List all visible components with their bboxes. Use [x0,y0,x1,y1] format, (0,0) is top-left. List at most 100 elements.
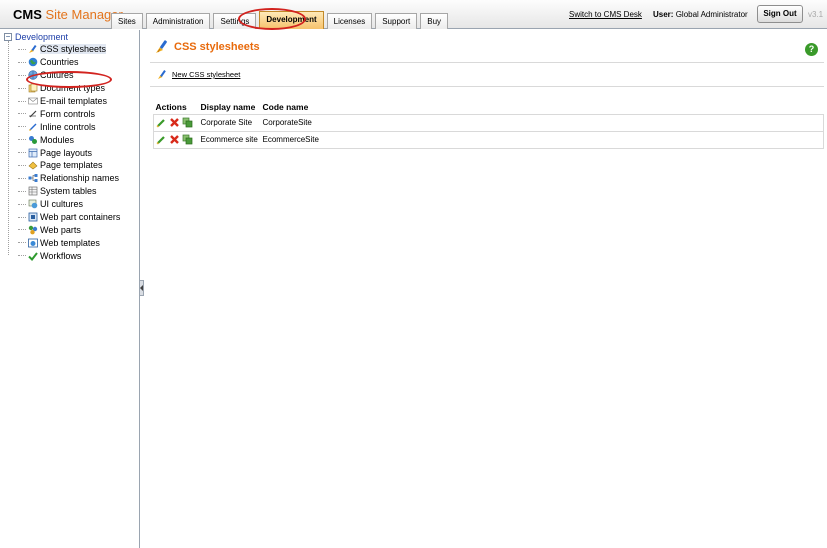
web-templates-icon [28,238,38,248]
tree-item-page-templates[interactable]: Page templates [18,159,120,172]
document-types-icon [28,83,38,93]
edit-pencil-icon[interactable] [156,117,167,128]
relationship-names-icon [28,174,38,183]
css-stylesheets-icon [29,45,37,54]
tree-item-label: Cultures [40,70,74,81]
tree-item-label: Inline controls [40,121,96,132]
tree-item-relationship-names[interactable]: Relationship names [18,172,120,185]
tree-item-label: UI cultures [40,199,84,210]
tree-item-document-types[interactable]: Document types [18,82,120,95]
cell-display-name: Ecommerce site [198,130,261,149]
tree-item-label: Web templates [40,237,100,248]
tab-settings[interactable]: Settings [213,13,257,29]
version-label: v3.1 [808,10,824,19]
tree-item-countries[interactable]: Countries [18,56,120,69]
tree-item-form-controls[interactable]: Form controls [18,107,120,120]
switch-to-cms-desk-link[interactable]: Switch to CMS Desk [569,10,642,19]
tree-item-email-templates[interactable]: E-mail templates [18,95,120,108]
header-bar: CMS Site Manager Sites Administration Se… [0,0,827,30]
tree-item-ui-cultures[interactable]: UI cultures [18,198,120,211]
cell-display-name: Corporate Site [198,113,261,132]
app-logo: CMS Site Manager [13,7,123,22]
tree-root-label[interactable]: Development [15,32,68,42]
cell-code-name: CorporateSite [260,113,824,132]
tree-item-label: Countries [40,57,79,68]
sign-out-button[interactable]: Sign Out [757,5,803,23]
table-row: Corporate Site CorporateSite [153,113,824,132]
cultures-globe-icon [28,70,38,80]
table-row: Ecommerce site EcommerceSite [153,130,824,149]
tree-item-label: Form controls [40,108,96,119]
column-header-actions: Actions [153,100,199,115]
tab-buy[interactable]: Buy [420,13,449,29]
tree-item-workflows[interactable]: Workflows [18,249,120,262]
column-header-display-name[interactable]: Display name [198,100,261,115]
column-header-code-name[interactable]: Code name [260,100,824,115]
tab-administration[interactable]: Administration [145,13,211,29]
new-css-stylesheet-icon [158,70,166,79]
web-part-containers-icon [28,212,38,222]
ui-cultures-icon [28,199,38,209]
tab-licenses[interactable]: Licenses [326,13,373,29]
tree-items: CSS stylesheets Countries Cultures Docum… [18,43,120,262]
clone-icon[interactable] [182,117,193,128]
page-templates-icon [28,162,38,170]
tree-item-label: E-mail templates [40,96,108,106]
tree-item-label: Page templates [40,160,103,171]
web-parts-icon [28,225,38,235]
main-tabs: Sites Administration Settings Developmen… [111,11,451,29]
new-css-stylesheet-link[interactable]: New CSS stylesheet [157,69,240,80]
delete-x-icon[interactable] [169,117,180,128]
logo-cms-text: CMS [13,7,42,22]
new-css-stylesheet-label: New CSS stylesheet [172,70,241,79]
tree-item-label: Web parts [40,224,81,235]
tree-root-development[interactable]: − Development [4,32,68,42]
tree-item-system-tables[interactable]: System tables [18,185,120,198]
main-content-panel: CSS stylesheets ? New CSS stylesheet Act… [144,30,827,548]
delete-x-icon[interactable] [169,134,180,145]
help-icon[interactable]: ? [805,43,818,56]
css-stylesheets-grid: Actions Display name Code name Corporate… [153,100,824,149]
clone-icon[interactable] [182,134,193,145]
tree-item-label: Relationship names [40,173,120,184]
globe-icon [28,58,38,67]
tree-connector-line [8,41,9,255]
row-actions [153,130,199,149]
collapse-icon[interactable]: − [4,33,12,41]
row-actions [153,113,199,132]
email-templates-icon [28,97,38,105]
tree-item-css-stylesheets[interactable]: CSS stylesheets [18,43,120,56]
title-divider [150,62,824,63]
form-controls-icon [29,110,37,118]
tree-item-label: System tables [40,186,97,197]
tree-item-modules[interactable]: Modules [18,133,120,146]
system-tables-icon [28,186,38,196]
edit-pencil-icon[interactable] [156,134,167,145]
tab-support[interactable]: Support [375,13,418,29]
page-title-text: CSS stylesheets [174,40,260,53]
page-layouts-icon [28,148,38,157]
user-label: User: [653,10,674,19]
development-tree-panel: − Development CSS stylesheets Countries … [0,30,140,548]
tree-item-page-layouts[interactable]: Page layouts [18,146,120,159]
workflows-icon [28,252,38,261]
tree-item-web-part-containers[interactable]: Web part containers [18,211,120,224]
grid-header-row: Actions Display name Code name [153,100,824,115]
tree-item-cultures[interactable]: Cultures [18,69,120,82]
tree-item-web-parts[interactable]: Web parts [18,223,120,236]
user-info: User: Global Administrator [653,10,748,19]
tree-item-label: Workflows [40,250,82,261]
tree-item-label: Page layouts [40,147,93,158]
tree-item-label: Document types [40,83,106,94]
tree-item-label: Modules [40,134,75,145]
cms-site-manager-window: CMS Site Manager Sites Administration Se… [0,0,827,548]
page-title: CSS stylesheets [155,39,260,54]
tab-development[interactable]: Development [259,11,324,29]
cell-code-name: EcommerceSite [260,130,824,149]
tab-sites[interactable]: Sites [111,13,143,29]
css-stylesheets-icon [156,40,167,53]
tree-item-label: CSS stylesheets [40,44,107,55]
inline-controls-icon [29,123,37,131]
tree-item-inline-controls[interactable]: Inline controls [18,120,120,133]
tree-item-web-templates[interactable]: Web templates [18,236,120,249]
